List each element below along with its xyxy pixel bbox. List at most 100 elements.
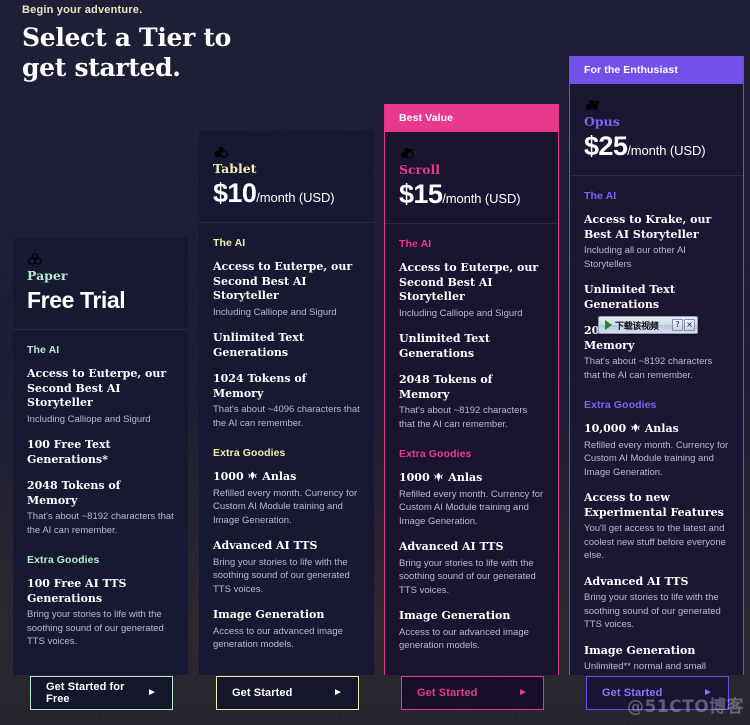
feature-item: 100 Free Text Generations* xyxy=(27,438,174,467)
feature-title: Advanced AI TTS xyxy=(584,574,689,588)
price-amount: $25 xyxy=(584,131,628,161)
card-body-scroll: The AI Access to Euterpe, our Second Best… xyxy=(385,224,558,675)
feature-title: 2048 Tokens of Memory xyxy=(27,479,121,507)
feature-title: Access to Euterpe, our Second Best AI St… xyxy=(27,367,167,409)
cta-button-opus[interactable]: Get Started ► xyxy=(586,676,729,710)
feature-item: Unlimited Text Generations xyxy=(213,331,360,360)
feature-item: Advanced AI TTS Bring your stories to lif… xyxy=(399,540,544,597)
cta-button-tablet[interactable]: Get Started ► xyxy=(216,676,359,710)
feature-description: Refilled every month. Currency for Custo… xyxy=(399,488,544,527)
feature-title: Image Generation xyxy=(399,609,511,622)
cta-label: Get Started xyxy=(232,687,293,699)
feature-title: Unlimited Text Generations xyxy=(213,331,304,359)
feature-item: Image Generation Access to our advanced i… xyxy=(213,608,360,652)
section-title: Extra Goodies xyxy=(27,554,100,566)
chevron-right-icon: ► xyxy=(147,687,157,698)
feature-item: Image Generation Unlimited** normal and s… xyxy=(584,644,729,676)
feature-item: Advanced AI TTS Bring your stories to lif… xyxy=(584,575,729,632)
feature-item: 1000 Anlas Refilled every month. Currency… xyxy=(399,471,544,528)
feature-title: Advanced AI TTS xyxy=(399,540,504,553)
cluster-rings-icon xyxy=(399,146,544,159)
feature-title: Unlimited Text Generations xyxy=(399,332,490,360)
feature-item: Image Generation Access to our advanced i… xyxy=(399,609,544,653)
feature-title: 2048 Tokens of Memory xyxy=(399,373,493,401)
chevron-right-icon: ► xyxy=(333,687,343,698)
feature-item: Unlimited Text Generations xyxy=(399,332,544,361)
feature-item: Access to Krake, our Best AI Storyteller… xyxy=(584,213,729,271)
feature-description: Unlimited** normal and small sized gener… xyxy=(584,661,706,675)
feature-title: Image Generation xyxy=(584,643,696,657)
chevron-right-icon: ► xyxy=(518,687,528,698)
feature-item: 10,000 Anlas Refilled every month. Curren… xyxy=(584,422,729,479)
section-title: The AI xyxy=(584,190,617,202)
feature-description: Bring your stories to life with the soot… xyxy=(27,609,164,647)
feature-title: 100 Free Text Generations* xyxy=(27,438,111,466)
feature-description: Bring your stories to life with the soot… xyxy=(399,557,536,596)
cta-label: Get Started for Free xyxy=(46,681,125,705)
feature-description: Refilled every month. Currency for Custo… xyxy=(584,439,729,478)
feature-title: Access to new Experimental Features xyxy=(584,491,724,519)
card-header-opus: Opus $25/month (USD) xyxy=(570,84,743,175)
price-period: /month (USD) xyxy=(627,143,706,158)
feature-description: You'll get access to the latest and cool… xyxy=(584,523,726,561)
feature-item: Access to new Experimental Features You'l… xyxy=(584,491,729,563)
three-rings-icon xyxy=(27,252,174,265)
section-title: The AI xyxy=(27,344,60,356)
card-body-paper: The AI Access to Euterpe, our Second Best… xyxy=(13,330,188,675)
feature-description: Including Calliope and Sigurd xyxy=(213,306,337,318)
feature-title: Access to Euterpe, our Second Best AI St… xyxy=(399,261,539,303)
feature-item: Unlimited Text Generations xyxy=(584,283,729,312)
feature-title: Unlimited Text Generations xyxy=(584,283,675,311)
pricing-card-scroll: Best Value Scroll $15/month (USD) The AI Acc… xyxy=(384,104,559,675)
feature-item: Access to Euterpe, our Second Best AI St… xyxy=(213,260,360,319)
price-amount: $15 xyxy=(399,179,443,209)
feature-description: That's about ~4096 characters that the A… xyxy=(213,404,360,429)
section-title: Extra Goodies xyxy=(213,447,286,459)
download-video-widget[interactable]: 下载该视频 ? × xyxy=(598,316,698,334)
feature-title: Access to Euterpe, our Second Best AI St… xyxy=(213,260,353,302)
feature-item: Access to Euterpe, our Second Best AI St… xyxy=(27,367,174,426)
feature-description: Bring your stories to life with the soot… xyxy=(213,556,350,595)
pricing-card-paper: Paper Free Trial The AI Access to Euterpe, … xyxy=(13,238,188,675)
tier-name-paper: Paper xyxy=(27,268,68,283)
feature-item: Advanced AI TTS Bring your stories to lif… xyxy=(213,539,360,596)
full-rings-icon xyxy=(584,98,729,111)
page-title: Select a Tier to get started. xyxy=(22,23,231,83)
tier-price-paper: Free Trial xyxy=(27,284,174,316)
cta-label: Get Started xyxy=(417,687,478,699)
feature-title: Access to Krake, our Best AI Storyteller xyxy=(584,213,712,241)
cta-button-scroll[interactable]: Get Started ► xyxy=(401,676,544,710)
card-badge-scroll: Best Value xyxy=(385,104,558,132)
price-period: /month (USD) xyxy=(256,190,335,205)
feature-description: Including all our other AI Storytellers xyxy=(584,245,686,270)
card-badge-opus: For the Enthusiast xyxy=(570,56,743,84)
feature-description: That's about ~8192 characters that the A… xyxy=(399,405,528,430)
card-body-opus: The AI Access to Krake, our Best AI Story… xyxy=(570,176,743,675)
chevron-right-icon: ► xyxy=(703,687,713,698)
close-icon[interactable]: × xyxy=(684,319,695,331)
feature-item: 1024 Tokens of Memory That's about ~4096 … xyxy=(213,372,360,430)
feature-description: Refilled every month. Currency for Custo… xyxy=(213,487,358,526)
card-body-tablet: The AI Access to Euterpe, our Second Best… xyxy=(199,223,374,675)
feature-item: Access to Euterpe, our Second Best AI St… xyxy=(399,261,544,320)
cta-button-paper[interactable]: Get Started for Free ► xyxy=(30,676,173,710)
page-title-line-2: get started. xyxy=(22,53,181,82)
section-title: Extra Goodies xyxy=(399,448,472,460)
feature-item: 1000 Anlas Refilled every month. Currency… xyxy=(213,470,360,527)
cta-label: Get Started xyxy=(602,687,663,699)
feature-description: Including Calliope and Sigurd xyxy=(27,413,151,425)
feature-item: 2048 Tokens of Memory That's about ~8192 … xyxy=(399,373,544,431)
feature-title: 100 Free AI TTS Generations xyxy=(27,577,127,605)
feature-title: 1000 Anlas xyxy=(399,471,483,484)
tier-price-opus: $25/month (USD) xyxy=(584,130,729,162)
play-icon xyxy=(605,320,612,330)
feature-title: 10,000 Anlas xyxy=(584,422,679,435)
feature-title: Advanced AI TTS xyxy=(213,539,318,552)
price-amount: $10 xyxy=(213,178,257,208)
card-header-scroll: Scroll $15/month (USD) xyxy=(385,132,558,223)
help-button[interactable]: ? xyxy=(672,319,683,331)
feature-description: Access to our advanced image generation … xyxy=(213,625,343,651)
pricing-card-opus: For the Enthusiast Opus $25/month (USD) The… xyxy=(569,56,744,675)
card-header-tablet: Tablet $10/month (USD) xyxy=(199,131,374,222)
section-title: The AI xyxy=(213,237,246,249)
